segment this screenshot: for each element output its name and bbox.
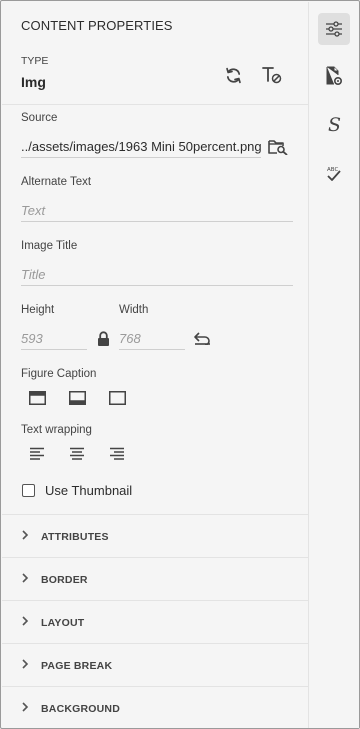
chevron-right-icon	[22, 573, 29, 583]
svg-text:S: S	[328, 115, 341, 135]
caption-none-button[interactable]	[107, 389, 127, 407]
width-input[interactable]: 768	[119, 328, 185, 350]
lock-icon	[97, 331, 109, 346]
styles-icon: S	[328, 115, 341, 135]
use-thumbnail-label: Use Thumbnail	[45, 483, 133, 498]
right-tool-rail: S ABC	[310, 2, 359, 728]
caption-bottom-icon	[68, 391, 86, 405]
wrap-right-button[interactable]	[107, 445, 127, 463]
align-left-icon	[30, 447, 44, 460]
alternate-text-label: Alternate Text	[21, 176, 92, 188]
chevron-right-icon	[22, 530, 29, 540]
type-value: Img	[21, 74, 46, 90]
panel-title: CONTENT PROPERTIES	[21, 18, 173, 33]
divider	[2, 104, 309, 105]
clear-text-format-button[interactable]	[260, 63, 284, 87]
folder-search-icon	[268, 140, 288, 155]
section-label: LAYOUT	[41, 617, 85, 629]
reset-size-button[interactable]	[190, 328, 214, 348]
browse-image-button[interactable]	[266, 136, 290, 158]
type-label: TYPE	[21, 55, 49, 67]
section-page-break[interactable]: PAGE BREAK	[2, 643, 309, 686]
section-background[interactable]: BACKGROUND	[2, 686, 309, 729]
source-field[interactable]: ../assets/images/1963 Mini 50percent.png	[21, 136, 261, 158]
section-label: PAGE BREAK	[41, 660, 113, 672]
caption-none-icon	[108, 391, 126, 405]
page-settings-icon	[326, 66, 343, 86]
image-title-label: Image Title	[21, 240, 78, 252]
section-layout[interactable]: LAYOUT	[2, 600, 309, 643]
content-properties-icon	[326, 21, 342, 37]
undo-icon	[194, 332, 210, 345]
section-attributes[interactable]: ATTRIBUTES	[2, 514, 309, 557]
wrap-left-button[interactable]	[27, 445, 47, 463]
source-label: Source	[21, 112, 58, 124]
align-center-icon	[70, 447, 84, 460]
wrap-center-button[interactable]	[67, 445, 87, 463]
section-border[interactable]: BORDER	[2, 557, 309, 600]
aspect-ratio-lock-button[interactable]	[94, 329, 112, 349]
page-settings-tab[interactable]	[318, 60, 350, 92]
svg-text:ABC: ABC	[327, 167, 338, 173]
text-wrapping-label: Text wrapping	[21, 424, 92, 436]
alternate-text-input[interactable]: Text	[21, 200, 293, 222]
height-label: Height	[21, 304, 55, 316]
section-label: BORDER	[41, 574, 88, 586]
spell-check-icon: ABC	[327, 167, 341, 181]
section-label: BACKGROUND	[41, 703, 120, 715]
height-input[interactable]: 593	[21, 328, 87, 350]
caption-bottom-button[interactable]	[67, 389, 87, 407]
caption-top-icon	[28, 391, 46, 405]
spell-check-tab[interactable]: ABC	[318, 158, 350, 190]
content-properties-tab[interactable]	[318, 13, 350, 45]
section-label: ATTRIBUTES	[41, 531, 109, 543]
app-window: CONTENT PROPERTIES TYPE Img Source ../as…	[0, 0, 360, 729]
align-right-icon	[110, 447, 124, 460]
figure-caption-label: Figure Caption	[21, 368, 97, 380]
use-thumbnail-checkbox[interactable]	[22, 484, 35, 497]
refresh-icon	[225, 67, 241, 83]
clear-format-icon	[262, 67, 282, 84]
styles-tab[interactable]: S	[318, 109, 350, 141]
image-title-input[interactable]: Title	[21, 264, 293, 286]
chevron-right-icon	[22, 702, 29, 712]
chevron-right-icon	[22, 659, 29, 669]
chevron-right-icon	[22, 616, 29, 626]
caption-top-button[interactable]	[27, 389, 47, 407]
width-label: Width	[119, 304, 149, 316]
refresh-button[interactable]	[221, 63, 245, 87]
content-properties-panel: CONTENT PROPERTIES TYPE Img Source ../as…	[2, 2, 309, 728]
